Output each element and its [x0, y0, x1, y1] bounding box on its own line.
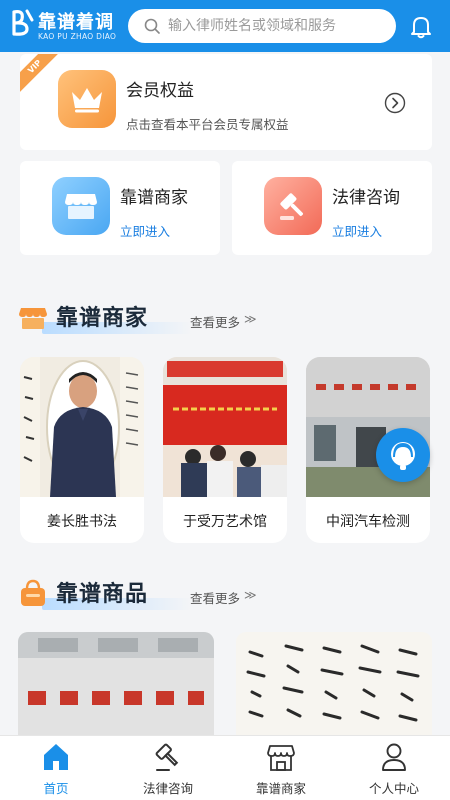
product-photo [18, 632, 214, 742]
merchant-name: 中润汽车检测 [326, 514, 410, 530]
member-subtitle: 点击查看本平台会员专属权益 [126, 117, 289, 132]
merchant-name: 姜长胜书法 [47, 514, 117, 530]
member-title: 会员权益 [126, 81, 194, 101]
store-icon [52, 177, 110, 235]
merchant-photo [20, 357, 144, 497]
tab-home[interactable]: 首页 [0, 736, 112, 800]
tab-legal-consult[interactable]: 法律咨询 [112, 736, 224, 800]
service-card-merchants[interactable]: 靠谱商家 立即进入 [20, 161, 220, 255]
double-chevron-right-icon[interactable]: ≫ [244, 312, 257, 326]
chevron-right-icon[interactable] [384, 92, 406, 114]
merchant-photo [163, 357, 287, 497]
enter-link[interactable]: 立即进入 [120, 221, 170, 240]
search-input[interactable] [168, 18, 388, 34]
search-bar[interactable] [128, 9, 396, 43]
section-title: 靠谱商品 [56, 582, 149, 607]
merchant-card[interactable]: 姜长胜书法 [20, 357, 144, 543]
home-icon [44, 744, 68, 770]
search-icon [144, 18, 160, 34]
logo-mark-icon [12, 9, 34, 36]
customer-service-button[interactable] [376, 428, 430, 482]
customer-service-icon [391, 442, 415, 470]
store-icon [19, 308, 47, 329]
product-photo [236, 632, 432, 742]
see-more-link[interactable]: 查看更多 [190, 588, 240, 607]
product-card[interactable] [236, 632, 432, 742]
user-icon [382, 743, 406, 771]
member-benefits-card[interactable]: VIP 会员权益 点击查看本平台会员专属权益 [20, 54, 432, 150]
top-header: 靠谱着调 KAO PU ZHAO DIAO [0, 0, 450, 52]
app-logo[interactable]: 靠谱着调 KAO PU ZHAO DIAO [0, 0, 118, 52]
section-header-products: 靠谱商品 查看更多 ≫ [18, 576, 318, 612]
gavel-icon [264, 177, 322, 235]
double-chevron-right-icon[interactable]: ≫ [244, 588, 257, 602]
shopping-bag-icon [21, 579, 45, 606]
bottom-tab-bar: 首页 法律咨询 靠谱商家 个人中心 [0, 735, 450, 800]
product-card[interactable] [18, 632, 214, 742]
service-title: 法律咨询 [332, 188, 400, 208]
merchant-card[interactable]: 于受万艺术馆 [163, 357, 287, 543]
tab-merchants[interactable]: 靠谱商家 [225, 736, 337, 800]
bell-icon[interactable] [408, 13, 434, 39]
merchant-name: 于受万艺术馆 [183, 514, 267, 530]
service-card-legal[interactable]: 法律咨询 立即进入 [232, 161, 432, 255]
tab-label: 首页 [43, 781, 69, 796]
section-header-merchants: 靠谱商家 查看更多 ≫ [18, 300, 318, 336]
logo-text: 靠谱着调 [38, 12, 114, 33]
see-more-link[interactable]: 查看更多 [190, 312, 240, 331]
tab-label: 靠谱商家 [255, 781, 306, 796]
store-icon [267, 745, 295, 771]
tab-label: 法律咨询 [142, 781, 193, 796]
tab-label: 个人中心 [368, 781, 419, 796]
tab-profile[interactable]: 个人中心 [338, 736, 450, 800]
crown-icon [58, 70, 116, 128]
enter-link[interactable]: 立即进入 [332, 221, 382, 240]
section-title: 靠谱商家 [56, 306, 149, 331]
logo-subtext: KAO PU ZHAO DIAO [38, 32, 117, 41]
service-title: 靠谱商家 [120, 188, 188, 208]
gavel-icon [155, 743, 179, 771]
